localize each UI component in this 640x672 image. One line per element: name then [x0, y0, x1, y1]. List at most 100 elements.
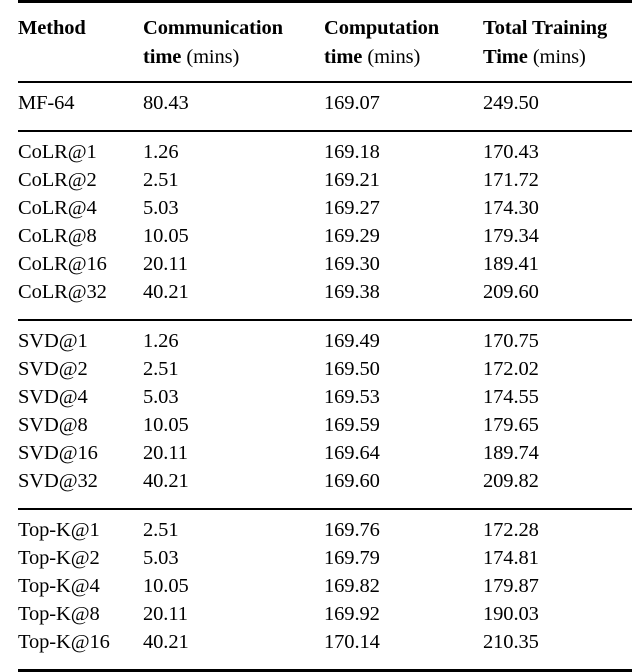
- results-table: Method Communication time (mins) Computa…: [18, 0, 632, 672]
- cell-method: SVD@16: [18, 442, 98, 465]
- column-header-total-line1: Total Training: [483, 17, 608, 39]
- cell-total_training_time: 174.30: [483, 197, 539, 220]
- cell-communication_time: 1.26: [143, 141, 179, 164]
- cell-computation_time: 169.49: [324, 330, 380, 353]
- table-row: SVD@4 5.03 169.53 174.55: [18, 387, 632, 415]
- cell-total_training_time: 189.41: [483, 253, 539, 276]
- cell-communication_time: 2.51: [143, 358, 179, 381]
- cell-communication_time: 10.05: [143, 575, 189, 598]
- cell-communication_time: 5.03: [143, 386, 179, 409]
- cell-communication_time: 20.11: [143, 442, 188, 465]
- cell-total_training_time: 170.43: [483, 141, 539, 164]
- cell-communication_time: 80.43: [143, 92, 189, 115]
- cell-method: Top-K@16: [18, 631, 110, 654]
- column-header-communication-unit: (mins): [186, 46, 240, 69]
- column-header-method-line1: Method: [18, 17, 86, 39]
- table-row: SVD@16 20.11 169.64 189.74: [18, 443, 632, 471]
- cell-method: CoLR@2: [18, 169, 97, 192]
- column-header-computation-time: Computation time (mins): [324, 3, 483, 82]
- cell-communication_time: 20.11: [143, 253, 188, 276]
- table-row: CoLR@32 40.21 169.38 209.60: [18, 282, 632, 320]
- cell-computation_time: 169.59: [324, 414, 380, 437]
- cell-method: MF-64: [18, 92, 75, 115]
- table-row: MF-64 80.43 169.07 249.50: [18, 83, 632, 131]
- column-header-total-training-time: Total Training Time (mins): [483, 3, 632, 82]
- cell-method: Top-K@4: [18, 575, 100, 598]
- column-header-communication-line2: time: [143, 46, 182, 69]
- table-header: Method Communication time (mins) Computa…: [18, 0, 632, 83]
- cell-computation_time: 169.92: [324, 603, 380, 626]
- cell-computation_time: 169.60: [324, 470, 380, 493]
- cell-computation_time: 169.07: [324, 92, 380, 115]
- cell-computation_time: 169.82: [324, 575, 380, 598]
- column-header-computation-line2: time: [324, 46, 363, 69]
- table-row: CoLR@2 2.51 169.21 171.72: [18, 170, 632, 198]
- column-header-communication-time: Communication time (mins): [143, 3, 324, 82]
- cell-total_training_time: 172.02: [483, 358, 539, 381]
- cell-method: CoLR@1: [18, 141, 97, 164]
- cell-total_training_time: 172.28: [483, 519, 539, 542]
- table-row: SVD@2 2.51 169.50 172.02: [18, 359, 632, 387]
- cell-communication_time: 5.03: [143, 197, 179, 220]
- cell-method: CoLR@16: [18, 253, 107, 276]
- cell-total_training_time: 209.82: [483, 470, 539, 493]
- table-body: MF-64 80.43 169.07 249.50 CoLR@1 1.26 169.18 17…: [18, 81, 632, 672]
- cell-computation_time: 169.79: [324, 547, 380, 570]
- cell-communication_time: 40.21: [143, 281, 189, 304]
- cell-computation_time: 169.38: [324, 281, 380, 304]
- table-row: Top-K@4 10.05 169.82 179.87: [18, 576, 632, 604]
- table-row: SVD@8 10.05 169.59 179.65: [18, 415, 632, 443]
- cell-computation_time: 169.30: [324, 253, 380, 276]
- cell-communication_time: 10.05: [143, 414, 189, 437]
- column-header-total-unit: (mins): [532, 46, 586, 69]
- cell-computation_time: 169.76: [324, 519, 380, 542]
- cell-communication_time: 40.21: [143, 470, 189, 493]
- cell-method: CoLR@8: [18, 225, 97, 248]
- cell-communication_time: 40.21: [143, 631, 189, 654]
- cell-communication_time: 1.26: [143, 330, 179, 353]
- column-header-computation-line1: Computation: [324, 17, 440, 39]
- table-row: CoLR@1 1.26 169.18 170.43: [18, 132, 632, 170]
- cell-total_training_time: 171.72: [483, 169, 539, 192]
- cell-method: SVD@32: [18, 470, 98, 493]
- cell-computation_time: 170.14: [324, 631, 380, 654]
- column-header-computation-unit: (mins): [367, 46, 421, 69]
- cell-communication_time: 5.03: [143, 547, 179, 570]
- cell-computation_time: 169.18: [324, 141, 380, 164]
- cell-method: SVD@1: [18, 330, 88, 353]
- column-header-total-line2: Time: [483, 46, 528, 69]
- cell-computation_time: 169.21: [324, 169, 380, 192]
- table-row: Top-K@2 5.03 169.79 174.81: [18, 548, 632, 576]
- cell-method: Top-K@2: [18, 547, 100, 570]
- cell-total_training_time: 249.50: [483, 92, 539, 115]
- table-row: CoLR@8 10.05 169.29 179.34: [18, 226, 632, 254]
- cell-total_training_time: 210.35: [483, 631, 539, 654]
- cell-communication_time: 20.11: [143, 603, 188, 626]
- cell-total_training_time: 209.60: [483, 281, 539, 304]
- table-row: Top-K@1 2.51 169.76 172.28: [18, 510, 632, 548]
- cell-total_training_time: 174.55: [483, 386, 539, 409]
- cell-communication_time: 2.51: [143, 519, 179, 542]
- cell-total_training_time: 189.74: [483, 442, 539, 465]
- header-row: Method Communication time (mins) Computa…: [18, 3, 632, 82]
- column-header-method: Method: [18, 3, 143, 82]
- cell-method: CoLR@4: [18, 197, 97, 220]
- table-row: CoLR@4 5.03 169.27 174.30: [18, 198, 632, 226]
- cell-total_training_time: 174.81: [483, 547, 539, 570]
- table-row: SVD@1 1.26 169.49 170.75: [18, 321, 632, 359]
- cell-communication_time: 2.51: [143, 169, 179, 192]
- table-row: Top-K@8 20.11 169.92 190.03: [18, 604, 632, 632]
- cell-method: CoLR@32: [18, 281, 107, 304]
- cell-computation_time: 169.50: [324, 358, 380, 381]
- cell-total_training_time: 179.87: [483, 575, 539, 598]
- cell-computation_time: 169.64: [324, 442, 380, 465]
- cell-communication_time: 10.05: [143, 225, 189, 248]
- cell-computation_time: 169.29: [324, 225, 380, 248]
- cell-total_training_time: 179.65: [483, 414, 539, 437]
- cell-computation_time: 169.27: [324, 197, 380, 220]
- cell-total_training_time: 190.03: [483, 603, 539, 626]
- cell-method: SVD@8: [18, 414, 88, 437]
- results-table-container: Method Communication time (mins) Computa…: [0, 0, 640, 672]
- cell-method: SVD@4: [18, 386, 88, 409]
- table-row: SVD@32 40.21 169.60 209.82: [18, 471, 632, 509]
